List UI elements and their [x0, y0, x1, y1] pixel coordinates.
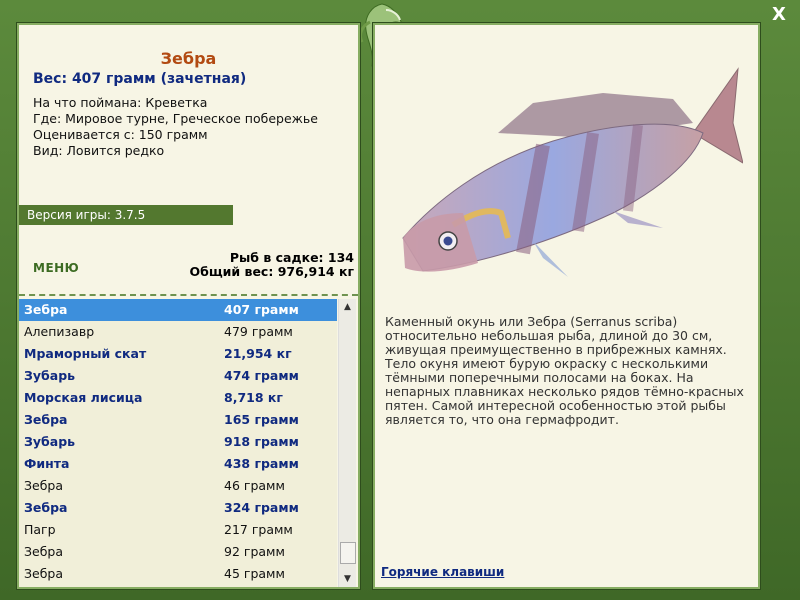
menu-button[interactable]: МЕНЮ — [33, 261, 79, 275]
list-item[interactable]: Зебра 45 грамм — [19, 563, 337, 585]
list-item-weight: 8,718 кг — [224, 390, 283, 405]
list-item-weight: 46 грамм — [224, 478, 285, 493]
list-item-name: Зубарь — [24, 368, 76, 383]
list-item-weight: 479 грамм — [224, 324, 293, 339]
version-bar: Версия игры: 3.7.5 — [19, 205, 233, 225]
list-item-weight: 21,954 кг — [224, 346, 292, 361]
list-item-name: Финта — [24, 456, 70, 471]
list-item-name: Зебра — [24, 500, 68, 515]
description-line: пятен. Самой интересной особенностью это… — [385, 398, 726, 413]
fish-weight: Вес: 407 грамм (зачетная) — [33, 71, 247, 87]
fish-count: Рыб в садке: 134 — [229, 250, 354, 265]
list-item-weight: 474 грамм — [224, 368, 299, 383]
list-item[interactable]: Зебра 46 грамм — [19, 475, 337, 497]
fish-image — [402, 67, 743, 277]
list-item-name: Зебра — [24, 478, 64, 493]
fish-description: Каменный окунь или Зебра (Serranus scrib… — [385, 315, 745, 427]
list-item-weight: 407 грамм — [224, 302, 299, 317]
list-item-weight: 165 грамм — [224, 412, 299, 427]
location-text: Где: Мировое турне, Греческое побережье — [33, 111, 318, 126]
description-line: непарных плавниках несколько рядов тёмно… — [385, 384, 744, 399]
list-item-name: Морская лисица — [24, 390, 143, 405]
list-item[interactable]: Зебра 165 грамм — [19, 409, 337, 431]
description-line: является то, что она гермафродит. — [385, 412, 619, 427]
list-item-name: Зебра — [24, 544, 64, 559]
list-item-weight: 324 грамм — [224, 500, 299, 515]
list-item-weight: 92 грамм — [224, 544, 285, 559]
description-line: Тело окуня имеют бурую окраску с несколь… — [385, 356, 709, 371]
species-text: Вид: Ловится редко — [33, 143, 165, 158]
scrollbar[interactable]: ▲ ▼ — [338, 299, 356, 587]
scroll-down-arrow-icon[interactable]: ▼ — [339, 571, 356, 587]
fish-details: На что поймана: Креветка Где: Мировое ту… — [33, 95, 318, 159]
list-item-name: Зебра — [24, 566, 64, 581]
total-weight: Общий вес: 976,914 кг — [189, 264, 355, 279]
list-item[interactable]: Финта 438 грамм — [19, 453, 337, 475]
list-item-name: Алепизавр — [24, 324, 95, 339]
catch-stats: Рыб в садке: 134 Общий вес: 976,914 кг — [190, 251, 355, 279]
game-window: X Зебра Вес: 407 грамм (зачетная) На что… — [0, 0, 800, 600]
description-line: тёмными поперечными полосами на боках. Н… — [385, 370, 694, 385]
divider — [19, 294, 358, 296]
description-line: живущая преимущественно в прибрежных кам… — [385, 342, 727, 357]
list-item-name: Зебра — [24, 412, 68, 427]
close-button[interactable]: X — [768, 4, 790, 26]
catch-list[interactable]: Зебра 407 грамм Алепизавр 479 грамм Мраморны… — [19, 299, 337, 587]
fish-image-panel: Каменный окунь или Зебра (Serranus scrib… — [372, 22, 761, 590]
list-item-name: Зебра — [24, 302, 68, 317]
fish-info-panel: Зебра Вес: 407 грамм (зачетная) На что п… — [16, 22, 361, 590]
list-item[interactable]: Зебра 407 грамм — [19, 299, 337, 321]
list-item[interactable]: Морская лисица 8,718 кг — [19, 387, 337, 409]
rated-from-text: Оценивается с: 150 грамм — [33, 127, 208, 142]
list-item[interactable]: Пагр 217 грамм — [19, 519, 337, 541]
list-item-weight: 438 грамм — [224, 456, 299, 471]
list-item-weight: 918 грамм — [224, 434, 299, 449]
list-item[interactable]: Зебра 324 грамм — [19, 497, 337, 519]
list-item-name: Пагр — [24, 522, 56, 537]
list-item-weight: 45 грамм — [224, 566, 285, 581]
scroll-up-arrow-icon[interactable]: ▲ — [339, 299, 356, 315]
list-item[interactable]: Зубарь 474 грамм — [19, 365, 337, 387]
scroll-thumb[interactable] — [340, 542, 356, 564]
hotkeys-link[interactable]: Горячие клавиши — [381, 565, 504, 579]
description-line: относительно небольшая рыба, длиной до 3… — [385, 328, 713, 343]
list-item[interactable]: Зебра 92 грамм — [19, 541, 337, 563]
list-item[interactable]: Мраморный скат 21,954 кг — [19, 343, 337, 365]
list-item-weight: 217 грамм — [224, 522, 293, 537]
list-item-name: Мраморный скат — [24, 346, 147, 361]
fish-title: Зебра — [160, 49, 217, 68]
caught-on-text: На что поймана: Креветка — [33, 95, 208, 110]
list-item-name: Зубарь — [24, 434, 76, 449]
list-item[interactable]: Зубарь 918 грамм — [19, 431, 337, 453]
list-item[interactable]: Алепизавр 479 грамм — [19, 321, 337, 343]
description-line: Каменный окунь или Зебра (Serranus scrib… — [385, 314, 678, 329]
